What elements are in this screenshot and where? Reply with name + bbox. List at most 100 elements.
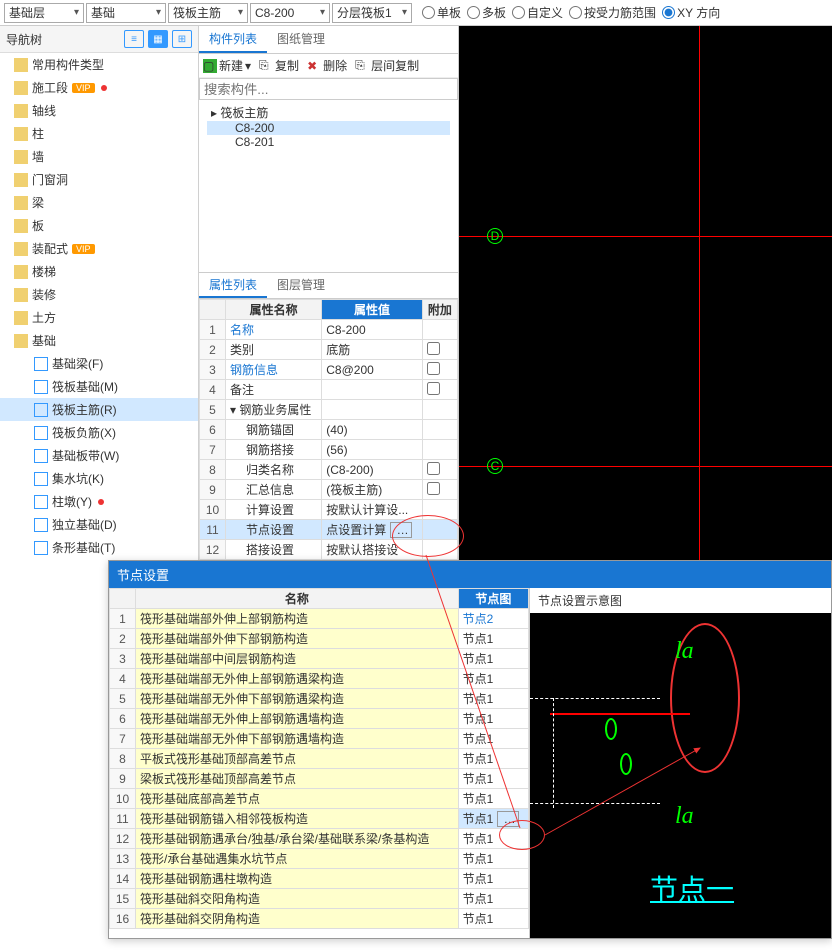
top-toolbar: 基础层 基础 筏板主筋 C8-200 分层筏板1 单板多板自定义按受力筋范围 XY… [0,0,832,26]
nav-item[interactable]: 基础梁(F) [0,352,198,375]
nav-item[interactable]: 土方 [0,306,198,329]
attr-row[interactable]: 5▾ 钢筋业务属性 [200,400,458,420]
node-table: 名称 节点图 1筏形基础端部外伸上部钢筋构造节点22筏形基础端部外伸下部钢筋构造… [109,588,529,929]
search-box [199,78,458,100]
node-row[interactable]: 14筏形基础钢筋遇柱墩构造节点1 [110,869,529,889]
preview-canvas[interactable]: la la 节点一 [530,613,831,938]
search-input[interactable] [199,78,458,100]
nav-item[interactable]: 梁 [0,191,198,214]
node-row[interactable]: 1筏形基础端部外伸上部钢筋构造节点2 [110,609,529,629]
nav-item[interactable]: 板 [0,214,198,237]
node-settings-dialog: 节点设置 名称 节点图 1筏形基础端部外伸上部钢筋构造节点22筏形基础端部外伸下… [108,560,832,939]
nav-item[interactable]: 条形基础(T) [0,536,198,559]
nav-item[interactable]: 柱 [0,122,198,145]
tab-drawing-mgr[interactable]: 图纸管理 [267,26,335,53]
extra-checkbox[interactable] [427,342,440,355]
nav-item[interactable]: 门窗洞 [0,168,198,191]
sublayer-dropdown[interactable]: 分层筏板1 [332,3,412,23]
attr-row[interactable]: 6 钢筋锚固(40) [200,420,458,440]
node-row[interactable]: 16筏形基础斜交阴角构造节点1 [110,909,529,929]
component-item[interactable]: C8-200 [207,121,450,135]
nav-item[interactable]: 施工段VIP [0,76,198,99]
nav-item[interactable]: 筏板负筋(X) [0,421,198,444]
delete-button[interactable]: ✖删除 [307,57,347,74]
radio-option[interactable]: 按受力筋范围 [569,4,656,21]
extra-checkbox[interactable] [427,382,440,395]
item-icon [34,357,48,371]
grid-marker: C [487,458,503,474]
layer-dropdown[interactable]: 基础层 [4,3,84,23]
attr-row[interactable]: 3钢筋信息C8@200 [200,360,458,380]
item-icon [34,541,48,555]
attr-header-name: 属性名称 [226,300,322,320]
nav-item[interactable]: 柱墩(Y) [0,490,198,513]
attr-row[interactable]: 9 汇总信息(筏板主筋) [200,480,458,500]
nav-title: 导航树 [6,31,42,48]
node-row[interactable]: 7筏形基础端部无外伸下部钢筋遇墙构造节点1 [110,729,529,749]
model-viewport[interactable]: D C [459,26,832,560]
node-row[interactable]: 15筏形基础斜交阳角构造节点1 [110,889,529,909]
node-row[interactable]: 9梁板式筏形基础顶部高差节点节点1 [110,769,529,789]
nav-item[interactable]: 基础板带(W) [0,444,198,467]
node-row[interactable]: 2筏形基础端部外伸下部钢筋构造节点1 [110,629,529,649]
component-dropdown[interactable]: 筏板主筋 [168,3,248,23]
layer-copy-button[interactable]: ⎘层间复制 [355,57,419,74]
nav-item[interactable]: 装配式VIP [0,237,198,260]
node-row[interactable]: 3筏形基础端部中间层钢筋构造节点1 [110,649,529,669]
item-icon [34,403,48,417]
nav-tree[interactable]: 常用构件类型施工段VIP轴线柱墙门窗洞梁板装配式VIP楼梯装修土方基础基础梁(F… [0,53,198,560]
nav-item[interactable]: 独立基础(D) [0,513,198,536]
node-row[interactable]: 5筏形基础端部无外伸下部钢筋遇梁构造节点1 [110,689,529,709]
attr-row[interactable]: 8 归类名称(C8-200) [200,460,458,480]
nav-item[interactable]: 轴线 [0,99,198,122]
node-row[interactable]: 12筏形基础钢筋遇承台/独基/承台梁/基础联系梁/条基构造节点1 [110,829,529,849]
component-toolbar: ▢新建 ▾ ⎘复制 ✖删除 ⎘层间复制 [199,54,458,78]
extra-checkbox[interactable] [427,482,440,495]
preview-node-name: 节点一 [650,868,734,908]
extra-checkbox[interactable] [427,462,440,475]
nav-item[interactable]: 墙 [0,145,198,168]
new-button[interactable]: ▢新建 ▾ [203,57,251,74]
component-root[interactable]: ▸ 筏板主筋 [207,104,450,121]
radio-option[interactable]: 自定义 [512,4,563,21]
nav-view-list-icon[interactable]: ≡ [124,30,144,48]
nav-item[interactable]: 筏板基础(M) [0,375,198,398]
node-row[interactable]: 13筏形/承台基础遇集水坑节点节点1 [110,849,529,869]
extra-checkbox[interactable] [427,362,440,375]
la-label: la [675,803,694,830]
radio-option[interactable]: XY 方向 [662,4,720,21]
nav-view-grid-icon[interactable]: ▦ [148,30,168,48]
nav-item[interactable]: 集水坑(K) [0,467,198,490]
spec-dropdown[interactable]: C8-200 [250,3,330,23]
radio-option[interactable]: 多板 [467,4,506,21]
node-row[interactable]: 11筏形基础钢筋锚入相邻筏板构造节点1 … [110,809,529,829]
category-dropdown[interactable]: 基础 [86,3,166,23]
node-row[interactable]: 10筏形基础底部高差节点节点1 [110,789,529,809]
nav-item[interactable]: 基础 [0,329,198,352]
attr-row[interactable]: 7 钢筋搭接(56) [200,440,458,460]
component-tree[interactable]: ▸ 筏板主筋 C8-200C8-201 [199,100,458,153]
nav-header: 导航树 ≡ ▦ ⊞ [0,26,198,53]
attr-row[interactable]: 4备注 [200,380,458,400]
tab-layer-mgr[interactable]: 图层管理 [267,273,335,298]
nav-view-tree-icon[interactable]: ⊞ [172,30,192,48]
nav-item[interactable]: 常用构件类型 [0,53,198,76]
nav-item[interactable]: 筏板主筋(R) [0,398,198,421]
node-row[interactable]: 6筏形基础端部无外伸上部钢筋遇墙构造节点1 [110,709,529,729]
item-icon [34,380,48,394]
attr-row[interactable]: 2类别底筋 [200,340,458,360]
item-icon [34,449,48,463]
nav-item[interactable]: 装修 [0,283,198,306]
copy-button[interactable]: ⎘复制 [259,57,299,74]
radio-option[interactable]: 单板 [422,4,461,21]
nav-item[interactable]: 楼梯 [0,260,198,283]
tab-component-list[interactable]: 构件列表 [199,26,267,53]
component-item[interactable]: C8-201 [207,135,450,149]
attr-header-value: 属性值 [322,300,423,320]
node-header-name: 名称 [136,589,459,609]
attr-header-extra: 附加 [422,300,457,320]
tab-attr-list[interactable]: 属性列表 [199,273,267,298]
node-row[interactable]: 4筏形基础端部无外伸上部钢筋遇梁构造节点1 [110,669,529,689]
attr-row[interactable]: 1名称C8-200 [200,320,458,340]
node-row[interactable]: 8平板式筏形基础顶部高差节点节点1 [110,749,529,769]
